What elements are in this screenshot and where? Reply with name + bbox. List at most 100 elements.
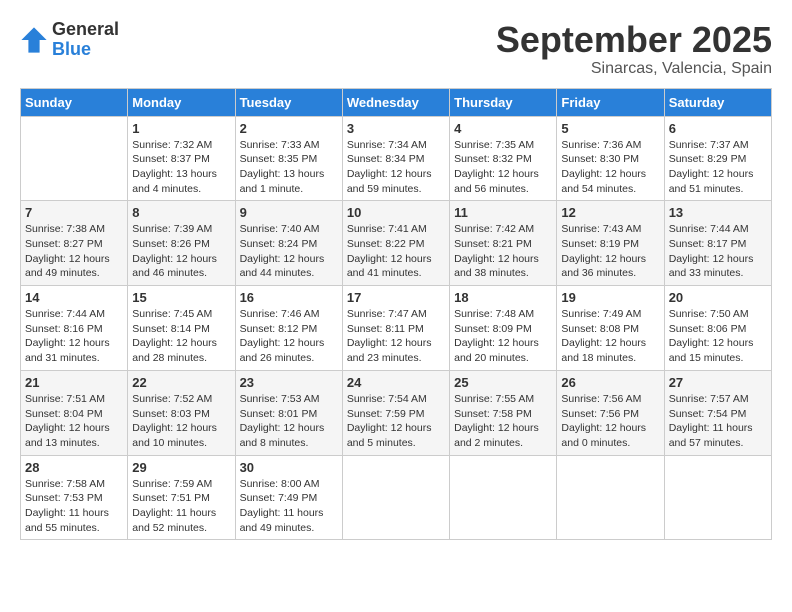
cell-info: Sunrise: 7:35 AM Sunset: 8:32 PM Dayligh… — [454, 138, 552, 197]
location: Sinarcas, Valencia, Spain — [496, 60, 772, 78]
col-header-saturday: Saturday — [664, 88, 771, 116]
calendar-cell: 7 Sunrise: 7:38 AM Sunset: 8:27 PM Daylig… — [21, 201, 128, 286]
col-header-thursday: Thursday — [450, 88, 557, 116]
day-number: 5 — [561, 121, 659, 136]
day-number: 13 — [669, 205, 767, 220]
cell-info: Sunrise: 7:44 AM Sunset: 8:16 PM Dayligh… — [25, 307, 123, 366]
logo: General Blue — [20, 20, 119, 60]
calendar-cell: 30 Sunrise: 8:00 AM Sunset: 7:49 PM Dayli… — [235, 455, 342, 540]
col-header-monday: Monday — [128, 88, 235, 116]
day-number: 25 — [454, 375, 552, 390]
cell-info: Sunrise: 7:48 AM Sunset: 8:09 PM Dayligh… — [454, 307, 552, 366]
day-number: 7 — [25, 205, 123, 220]
day-number: 18 — [454, 290, 552, 305]
calendar-cell — [664, 455, 771, 540]
day-number: 26 — [561, 375, 659, 390]
month-title: September 2025 — [496, 20, 772, 60]
cell-info: Sunrise: 7:42 AM Sunset: 8:21 PM Dayligh… — [454, 222, 552, 281]
day-number: 17 — [347, 290, 445, 305]
calendar-cell: 9 Sunrise: 7:40 AM Sunset: 8:24 PM Daylig… — [235, 201, 342, 286]
col-header-sunday: Sunday — [21, 88, 128, 116]
cell-info: Sunrise: 7:37 AM Sunset: 8:29 PM Dayligh… — [669, 138, 767, 197]
calendar-cell: 20 Sunrise: 7:50 AM Sunset: 8:06 PM Dayli… — [664, 286, 771, 371]
calendar-cell: 13 Sunrise: 7:44 AM Sunset: 8:17 PM Dayli… — [664, 201, 771, 286]
cell-info: Sunrise: 7:32 AM Sunset: 8:37 PM Dayligh… — [132, 138, 230, 197]
col-header-wednesday: Wednesday — [342, 88, 449, 116]
day-number: 29 — [132, 460, 230, 475]
cell-info: Sunrise: 7:40 AM Sunset: 8:24 PM Dayligh… — [240, 222, 338, 281]
cell-info: Sunrise: 7:53 AM Sunset: 8:01 PM Dayligh… — [240, 392, 338, 451]
cell-info: Sunrise: 7:43 AM Sunset: 8:19 PM Dayligh… — [561, 222, 659, 281]
calendar-cell: 15Sunrise: 7:45 AM Sunset: 8:14 PM Dayli… — [128, 286, 235, 371]
cell-info: Sunrise: 7:49 AM Sunset: 8:08 PM Dayligh… — [561, 307, 659, 366]
calendar-cell: 22Sunrise: 7:52 AM Sunset: 8:03 PM Dayli… — [128, 370, 235, 455]
cell-info: Sunrise: 7:58 AM Sunset: 7:53 PM Dayligh… — [25, 477, 123, 536]
cell-info: Sunrise: 8:00 AM Sunset: 7:49 PM Dayligh… — [240, 477, 338, 536]
day-number: 27 — [669, 375, 767, 390]
cell-info: Sunrise: 7:39 AM Sunset: 8:26 PM Dayligh… — [132, 222, 230, 281]
title-block: September 2025 Sinarcas, Valencia, Spain — [496, 20, 772, 78]
calendar-cell: 25Sunrise: 7:55 AM Sunset: 7:58 PM Dayli… — [450, 370, 557, 455]
day-number: 11 — [454, 205, 552, 220]
calendar-cell — [557, 455, 664, 540]
calendar-cell: 10 Sunrise: 7:41 AM Sunset: 8:22 PM Dayli… — [342, 201, 449, 286]
cell-info: Sunrise: 7:59 AM Sunset: 7:51 PM Dayligh… — [132, 477, 230, 536]
day-number: 24 — [347, 375, 445, 390]
calendar-cell: 17 Sunrise: 7:47 AM Sunset: 8:11 PM Dayli… — [342, 286, 449, 371]
cell-info: Sunrise: 7:41 AM Sunset: 8:22 PM Dayligh… — [347, 222, 445, 281]
day-number: 9 — [240, 205, 338, 220]
day-number: 3 — [347, 121, 445, 136]
day-number: 6 — [669, 121, 767, 136]
cell-info: Sunrise: 7:38 AM Sunset: 8:27 PM Dayligh… — [25, 222, 123, 281]
calendar-cell: 3Sunrise: 7:34 AM Sunset: 8:34 PM Daylig… — [342, 116, 449, 201]
calendar-cell — [21, 116, 128, 201]
day-number: 15 — [132, 290, 230, 305]
day-number: 22 — [132, 375, 230, 390]
day-number: 19 — [561, 290, 659, 305]
calendar-cell: 21Sunrise: 7:51 AM Sunset: 8:04 PM Dayli… — [21, 370, 128, 455]
day-number: 12 — [561, 205, 659, 220]
logo-general: General — [52, 20, 119, 40]
page-header: General Blue September 2025 Sinarcas, Va… — [20, 20, 772, 78]
logo-icon — [20, 26, 48, 54]
calendar-cell: 11 Sunrise: 7:42 AM Sunset: 8:21 PM Dayli… — [450, 201, 557, 286]
calendar-week-row: 1 Sunrise: 7:32 AM Sunset: 8:37 PM Daylig… — [21, 116, 772, 201]
calendar-table: SundayMondayTuesdayWednesdayThursdayFrid… — [20, 88, 772, 541]
cell-info: Sunrise: 7:54 AM Sunset: 7:59 PM Dayligh… — [347, 392, 445, 451]
calendar-header-row: SundayMondayTuesdayWednesdayThursdayFrid… — [21, 88, 772, 116]
day-number: 1 — [132, 121, 230, 136]
cell-info: Sunrise: 7:36 AM Sunset: 8:30 PM Dayligh… — [561, 138, 659, 197]
day-number: 20 — [669, 290, 767, 305]
calendar-cell: 1 Sunrise: 7:32 AM Sunset: 8:37 PM Daylig… — [128, 116, 235, 201]
day-number: 16 — [240, 290, 338, 305]
calendar-cell: 12 Sunrise: 7:43 AM Sunset: 8:19 PM Dayli… — [557, 201, 664, 286]
cell-info: Sunrise: 7:50 AM Sunset: 8:06 PM Dayligh… — [669, 307, 767, 366]
day-number: 21 — [25, 375, 123, 390]
calendar-cell: 19 Sunrise: 7:49 AM Sunset: 8:08 PM Dayli… — [557, 286, 664, 371]
calendar-cell: 5 Sunrise: 7:36 AM Sunset: 8:30 PM Daylig… — [557, 116, 664, 201]
calendar-cell: 23 Sunrise: 7:53 AM Sunset: 8:01 PM Dayli… — [235, 370, 342, 455]
cell-info: Sunrise: 7:33 AM Sunset: 8:35 PM Dayligh… — [240, 138, 338, 197]
logo-blue: Blue — [52, 40, 119, 60]
calendar-cell: 18 Sunrise: 7:48 AM Sunset: 8:09 PM Dayli… — [450, 286, 557, 371]
day-number: 10 — [347, 205, 445, 220]
calendar-cell — [342, 455, 449, 540]
calendar-cell: 2 Sunrise: 7:33 AM Sunset: 8:35 PM Daylig… — [235, 116, 342, 201]
col-header-tuesday: Tuesday — [235, 88, 342, 116]
day-number: 30 — [240, 460, 338, 475]
calendar-cell: 28Sunrise: 7:58 AM Sunset: 7:53 PM Dayli… — [21, 455, 128, 540]
col-header-friday: Friday — [557, 88, 664, 116]
calendar-week-row: 28Sunrise: 7:58 AM Sunset: 7:53 PM Dayli… — [21, 455, 772, 540]
cell-info: Sunrise: 7:44 AM Sunset: 8:17 PM Dayligh… — [669, 222, 767, 281]
calendar-cell: 6 Sunrise: 7:37 AM Sunset: 8:29 PM Daylig… — [664, 116, 771, 201]
cell-info: Sunrise: 7:57 AM Sunset: 7:54 PM Dayligh… — [669, 392, 767, 451]
day-number: 23 — [240, 375, 338, 390]
day-number: 14 — [25, 290, 123, 305]
cell-info: Sunrise: 7:56 AM Sunset: 7:56 PM Dayligh… — [561, 392, 659, 451]
cell-info: Sunrise: 7:47 AM Sunset: 8:11 PM Dayligh… — [347, 307, 445, 366]
day-number: 2 — [240, 121, 338, 136]
calendar-week-row: 21Sunrise: 7:51 AM Sunset: 8:04 PM Dayli… — [21, 370, 772, 455]
calendar-cell: 29 Sunrise: 7:59 AM Sunset: 7:51 PM Dayli… — [128, 455, 235, 540]
calendar-cell: 24 Sunrise: 7:54 AM Sunset: 7:59 PM Dayli… — [342, 370, 449, 455]
calendar-week-row: 14 Sunrise: 7:44 AM Sunset: 8:16 PM Dayli… — [21, 286, 772, 371]
